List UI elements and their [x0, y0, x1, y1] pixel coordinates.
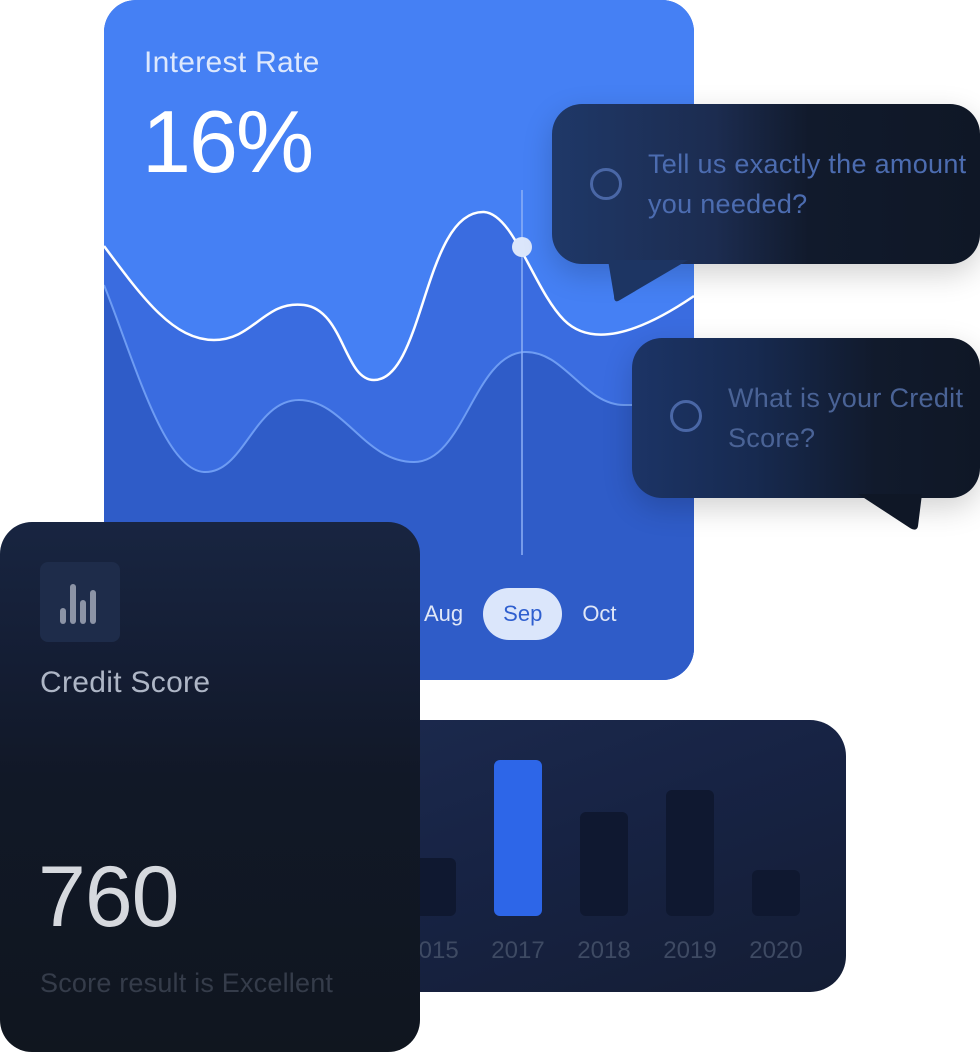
question-bubble-credit-score[interactable]: What is your Credit Score? [632, 338, 980, 530]
bubble-tail [858, 494, 922, 530]
bar-label-2020: 2020 [749, 937, 802, 964]
chart-marker-point [512, 237, 532, 257]
credit-score-title: Credit Score [40, 666, 211, 699]
bar-label-2017: 2017 [491, 937, 544, 964]
credit-score-note: Score result is Excellent [40, 968, 334, 998]
credit-icon-box [40, 562, 120, 642]
question-text: Tell us exactly the amount you needed? [648, 149, 967, 219]
month-oct[interactable]: Oct [562, 588, 636, 640]
credit-score-card: Credit Score 760 Score result is Excelle… [0, 522, 420, 1052]
credit-score-value: 760 [38, 849, 179, 945]
month-selector: Aug Sep Oct [404, 588, 637, 640]
question-bubble-amount[interactable]: Tell us exactly the amount you needed? [552, 104, 980, 302]
bar-2019 [666, 790, 714, 916]
question-text: What is your Credit Score? [728, 383, 964, 453]
radio-circle-icon[interactable] [670, 400, 702, 432]
interest-rate-value: 16% [142, 92, 314, 191]
bar-2017 [494, 760, 542, 916]
interest-rate-title: Interest Rate [144, 46, 320, 79]
bar-label-2018: 2018 [577, 937, 630, 964]
bar-2018 [580, 812, 628, 916]
month-sep-selected[interactable]: Sep [483, 588, 563, 640]
radio-circle-icon[interactable] [590, 168, 622, 200]
bar-chart-icon [60, 584, 96, 624]
bubble-tail [608, 260, 688, 302]
bar-label-2019: 2019 [663, 937, 716, 964]
bar-2020 [752, 870, 800, 916]
